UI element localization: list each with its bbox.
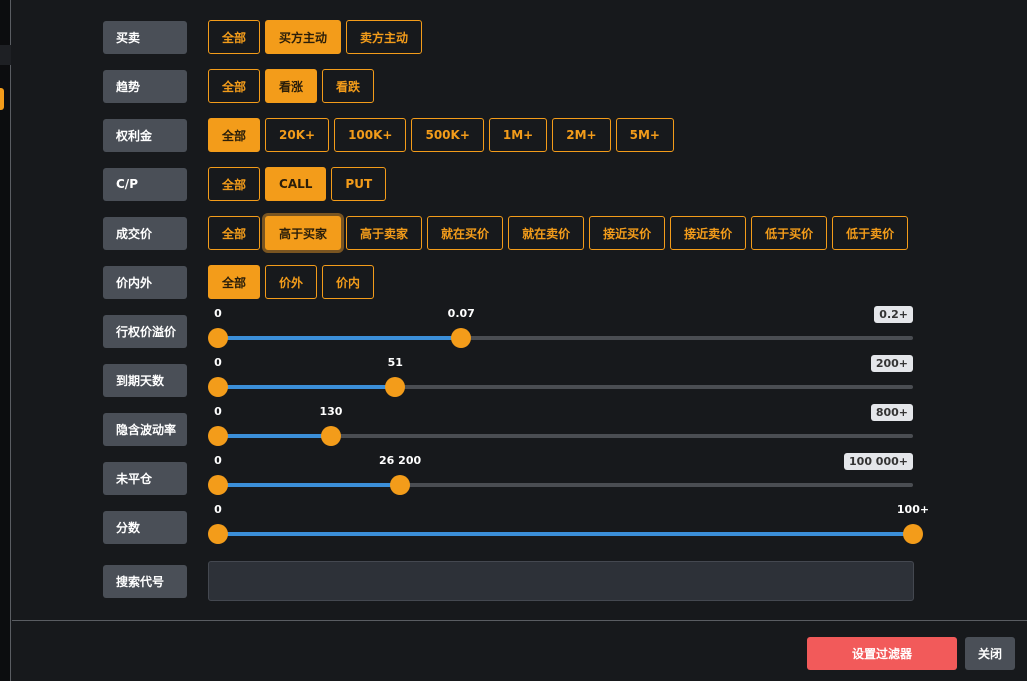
filter-option-button[interactable]: 全部 [208,118,261,152]
slider-current-value: 100+ [896,503,930,516]
filter-row: 趋势 全部 看涨 看跌 [103,69,375,103]
option-group: 全部 看涨 看跌 [208,69,375,103]
slider-min-thumb[interactable] [208,475,228,495]
option-group: 全部 20K+ 100K+ 500K+ 1M+ 2M+ 5M+ [208,118,674,152]
slider-fill [218,483,401,487]
filter-option-button[interactable]: 20K+ [265,118,330,152]
option-group: 全部 CALL PUT [208,167,387,201]
slider-min-value: 0 [214,503,222,516]
filter-option-button[interactable]: 就在卖价 [508,216,585,250]
slider-min-thumb[interactable] [208,377,228,397]
filter-label: C/P [103,167,187,201]
filter-label: 权利金 [103,118,187,152]
slider-row: 行权价溢价 0 0.07 0.2+ [103,306,913,348]
slider-min-value: 0 [214,307,222,320]
range-slider[interactable]: 0 130 800+ [208,404,913,446]
slider-min-value: 0 [214,356,222,369]
search-input[interactable] [208,561,914,601]
slider-label: 到期天数 [103,363,187,397]
filter-row: C/P 全部 CALL PUT [103,167,387,201]
filter-option-button[interactable]: 500K+ [411,118,484,152]
slider-label: 分数 [103,510,187,544]
filter-option-button[interactable]: 买方主动 [265,20,342,54]
close-button[interactable]: 关闭 [965,637,1015,670]
slider-max-thumb[interactable] [390,475,411,495]
option-group: 全部 高于买家 高于卖家 就在买价 就在卖价 接近买价 接近卖价 低于买价 低于卖价 [208,216,909,250]
search-row: 搜索代号 [103,561,914,601]
slider-max-thumb[interactable] [903,524,923,544]
filter-option-button[interactable]: 2M+ [552,118,611,152]
slider-fill [218,532,913,536]
filter-option-button[interactable]: 全部 [208,20,261,54]
slider-max-thumb[interactable] [451,328,472,348]
slider-label: 未平仓 [103,461,187,495]
slider-min-thumb[interactable] [208,328,228,348]
slider-current-value: 26 200 [379,454,422,467]
range-slider[interactable]: 0 51 200+ [208,355,913,397]
filter-option-button[interactable]: CALL [265,167,327,201]
filter-option-button[interactable]: 5M+ [615,118,674,152]
slider-max-badge: 200+ [870,355,913,372]
filter-option-button[interactable]: 全部 [208,167,261,201]
slider-label: 隐含波动率 [103,412,187,446]
slider-max-badge: 100 000+ [844,453,913,470]
background-panel [0,0,11,681]
filter-row: 价内外 全部 价外 价内 [103,265,375,299]
slider-min-thumb[interactable] [208,524,228,544]
slider-min-value: 0 [214,405,222,418]
filter-option-button[interactable]: 全部 [208,265,261,299]
filter-option-button[interactable]: 1M+ [488,118,548,152]
slider-label: 行权价溢价 [103,314,187,348]
filter-option-button[interactable]: 低于买价 [751,216,828,250]
slider-current-value: 0.07 [447,307,475,320]
filter-option-button[interactable]: 接近买价 [589,216,666,250]
filter-option-button[interactable]: PUT [331,167,387,201]
option-group: 全部 买方主动 卖方主动 [208,20,423,54]
filter-label: 价内外 [103,265,187,299]
option-group: 全部 价外 价内 [208,265,375,299]
slider-max-thumb[interactable] [385,377,406,397]
range-slider[interactable]: 0 0.07 0.2+ [208,306,913,348]
filter-label: 趋势 [103,69,187,103]
filter-option-button[interactable]: 看跌 [322,69,375,103]
slider-row: 分数 0 100+ [103,503,929,544]
slider-fill [218,385,396,389]
filter-label: 买卖 [103,20,187,54]
filter-option-button[interactable]: 卖方主动 [346,20,423,54]
slider-min-value: 0 [214,454,222,467]
filter-option-button[interactable]: 看涨 [265,69,318,103]
filter-option-button[interactable]: 全部 [208,216,261,250]
slider-current-value: 130 [319,405,343,418]
footer-divider [12,620,1027,621]
filter-option-button[interactable]: 全部 [208,69,261,103]
slider-row: 隐含波动率 0 130 800+ [103,404,913,446]
filter-option-button[interactable]: 低于卖价 [832,216,909,250]
search-label: 搜索代号 [103,564,187,598]
filter-option-button[interactable]: 高于买家 [265,216,342,250]
slider-min-thumb[interactable] [208,426,228,446]
filter-option-button[interactable]: 接近卖价 [670,216,747,250]
slider-max-badge: 0.2+ [874,306,913,323]
filter-option-button[interactable]: 就在买价 [427,216,504,250]
filter-label: 成交价 [103,216,187,250]
slider-row: 到期天数 0 51 200+ [103,355,913,397]
filter-option-button[interactable]: 100K+ [334,118,407,152]
slider-fill [218,336,462,340]
range-slider[interactable]: 0 100+ [208,503,929,544]
filter-option-button[interactable]: 高于卖家 [346,216,423,250]
slider-fill [218,434,331,438]
slider-max-thumb[interactable] [320,426,341,446]
slider-row: 未平仓 0 26 200 100 000+ [103,453,913,495]
filter-option-button[interactable]: 价内 [322,265,375,299]
filter-row: 权利金 全部 20K+ 100K+ 500K+ 1M+ 2M+ 5M+ [103,118,674,152]
slider-max-badge: 800+ [870,404,913,421]
apply-filter-button[interactable]: 设置过滤器 [807,637,957,670]
filter-row: 成交价 全部 高于买家 高于卖家 就在买价 就在卖价 接近买价 接近卖价 低于买价 低于卖价 [103,216,909,250]
filter-option-button[interactable]: 价外 [265,265,318,299]
filter-row: 买卖 全部 买方主动 卖方主动 [103,20,423,54]
range-slider[interactable]: 0 26 200 100 000+ [208,453,913,495]
slider-current-value: 51 [387,356,403,369]
